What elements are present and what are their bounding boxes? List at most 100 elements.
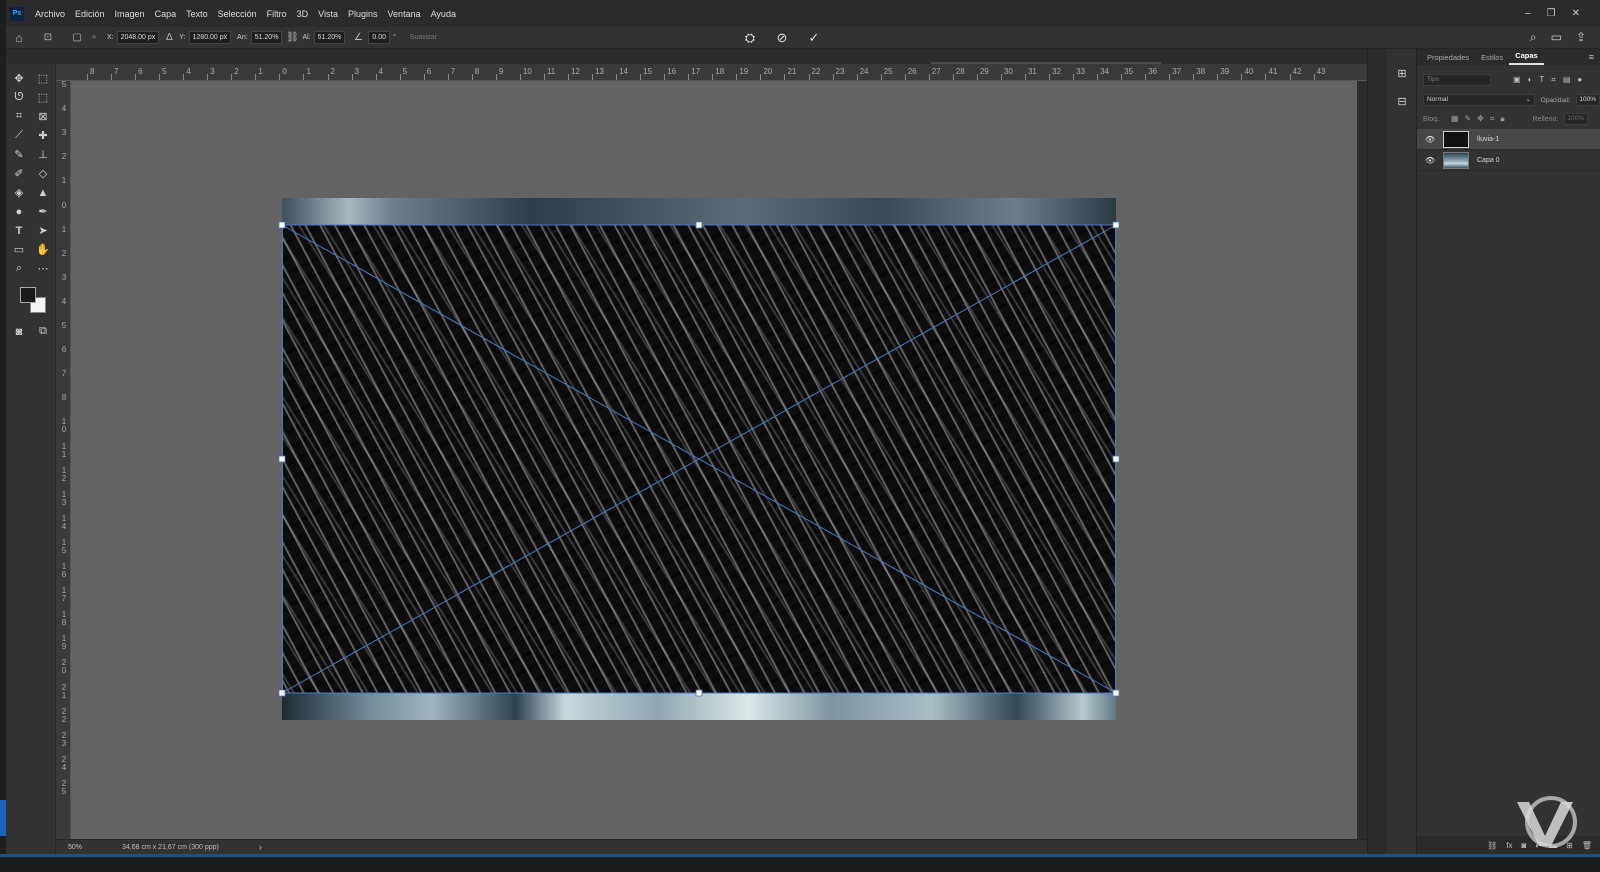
fill-field[interactable]: 100% (1564, 113, 1589, 125)
menu-seleccion[interactable]: Selección (213, 9, 262, 19)
x-field[interactable]: 2048.00 px (116, 31, 160, 44)
interpolation-label[interactable]: Suavizar (410, 34, 437, 41)
ruler-horizontal[interactable]: 8 7 6 5 4 3 2 1 0 1 2 3 4 5 6 7 8 9 10 11 12 13 14 15 16 17 18 19 20… (56, 64, 1367, 81)
angle-field[interactable]: 0.00 (368, 31, 390, 44)
close-icon[interactable]: ✕ (1572, 8, 1580, 19)
history-brush-icon[interactable]: ✐ (7, 165, 31, 182)
link-layers-icon[interactable]: ⛓ (1487, 841, 1497, 850)
menu-edicion[interactable]: Edición (70, 9, 110, 19)
zoom-level[interactable]: 50% (56, 844, 108, 851)
link-icon[interactable]: ⛓ (285, 32, 299, 44)
workspace-icon[interactable]: ▭ (1551, 30, 1562, 45)
visibility-eye-icon[interactable]: 👁︎ (1425, 135, 1435, 144)
crop-tool-icon[interactable]: ⌗ (7, 108, 31, 125)
menu-capa[interactable]: Capa (150, 9, 182, 19)
quick-mask-icon[interactable]: ◙ (7, 323, 31, 340)
rectangle-tool-icon[interactable]: ▭ (7, 241, 31, 258)
document-info[interactable]: 34,68 cm x 21,67 cm (300 ppp) (108, 844, 219, 851)
foreground-color[interactable] (20, 287, 36, 303)
menu-ayuda[interactable]: Ayuda (426, 9, 461, 19)
delete-layer-icon[interactable]: 🗑︎ (1582, 841, 1592, 850)
transform-handle-bottom-left[interactable] (278, 689, 286, 697)
path-selection-icon[interactable]: ➤ (31, 222, 55, 239)
panel-collapse-strip[interactable] (1367, 49, 1387, 854)
menu-imagen[interactable]: Imagen (110, 9, 150, 19)
layer-name[interactable]: lluvia-1 (1477, 136, 1499, 143)
width-field[interactable]: 51.20% (250, 31, 283, 44)
transform-handle-bottom[interactable] (695, 689, 703, 697)
menu-texto[interactable]: Texto (181, 9, 213, 19)
healing-brush-icon[interactable]: ✚ (31, 127, 55, 144)
paint-bucket-icon[interactable]: ◈ (7, 184, 31, 201)
menu-archivo[interactable]: Archivo (30, 9, 70, 19)
dodge-tool-icon[interactable]: ● (7, 203, 31, 220)
frame-tool-icon[interactable]: ⊠ (31, 108, 55, 125)
opacity-field[interactable]: 100% (1576, 94, 1600, 106)
height-field[interactable]: 51.20% (313, 31, 346, 44)
type-tool-icon[interactable]: T (7, 222, 31, 239)
color-swatches[interactable] (16, 283, 55, 317)
brush-tool-icon[interactable]: ✎ (7, 146, 31, 163)
stamp-tool-icon[interactable]: ⊥ (31, 146, 55, 163)
lock-position-icon[interactable]: ✥ (1477, 114, 1484, 124)
marquee-tool-icon[interactable]: ⬚ (31, 70, 55, 87)
transform-handle-right[interactable] (1112, 455, 1120, 463)
transform-handle-top-left[interactable] (278, 221, 286, 229)
transform-handle-bottom-right[interactable] (1112, 689, 1120, 697)
layer-name[interactable]: Capa 0 (1477, 157, 1500, 164)
transform-handle-left[interactable] (278, 455, 286, 463)
menu-vista[interactable]: Vista (313, 9, 343, 19)
tab-layers[interactable]: Capas (1509, 51, 1544, 65)
reference-point-icon[interactable]: ▢ (70, 32, 84, 44)
panel-menu-icon[interactable]: ≡ (1589, 52, 1594, 62)
adjustments-panel-icon[interactable]: ⊞ (1395, 67, 1409, 80)
minimize-icon[interactable]: – (1525, 8, 1531, 19)
filter-shape-icon[interactable]: ⌗ (1551, 75, 1556, 85)
filter-smart-object-icon[interactable]: ▤ (1563, 75, 1571, 85)
tab-styles[interactable]: Estilos (1475, 53, 1509, 65)
hand-tool-icon[interactable]: ✋ (31, 241, 55, 258)
delta-icon[interactable]: Δ (162, 32, 176, 44)
share-icon[interactable]: ⇪ (1576, 30, 1586, 45)
menu-plugins[interactable]: Plugins (343, 9, 383, 19)
relative-position-icon[interactable]: ▫ (87, 32, 101, 44)
layer-filter-input[interactable]: Tipo (1423, 74, 1491, 86)
lasso-tool-icon[interactable]: ᘎ (7, 89, 31, 106)
transform-tool-icon[interactable]: ⊡ (41, 32, 55, 44)
y-field[interactable]: 1280.00 px (188, 31, 232, 44)
filter-adjustment-icon[interactable]: ◐ (1528, 75, 1533, 85)
status-menu-arrow-icon[interactable]: › (219, 842, 262, 852)
libraries-panel-icon[interactable]: ⊟ (1395, 95, 1409, 108)
commit-transform-icon[interactable]: ✓ (805, 29, 823, 47)
transform-handle-top-right[interactable] (1112, 221, 1120, 229)
restore-icon[interactable]: ❐ (1547, 8, 1556, 19)
zoom-tool-icon[interactable]: ⌕ (7, 260, 31, 277)
filter-toggle-icon[interactable]: ● (1577, 75, 1582, 85)
pen-tool-icon[interactable]: ✒ (31, 203, 55, 220)
eyedropper-tool-icon[interactable]: ⟋ (7, 127, 31, 144)
more-tools-icon[interactable]: ⋯ (31, 260, 55, 277)
blend-mode-select[interactable]: Normal ⌄ (1423, 94, 1535, 106)
canvas-area[interactable] (71, 81, 1357, 854)
transform-handle-top[interactable] (695, 221, 703, 229)
ruler-vertical[interactable]: 5 4 3 2 1 0 1 2 3 4 5 6 7 8 1 0 1 1 1 2 1 3 1 4 1 5 1 6 1 7 1 … (56, 81, 71, 854)
transform-bounding-box[interactable] (278, 198, 1120, 720)
lock-transparency-icon[interactable]: ▦ (1451, 114, 1459, 124)
cancel-transform-icon[interactable]: ⊘ (773, 29, 791, 47)
tab-properties[interactable]: Propiedades (1421, 53, 1475, 65)
filter-type-icon[interactable]: T (1539, 75, 1544, 85)
document-image[interactable] (278, 198, 1120, 720)
screen-mode-icon[interactable]: ⧉ (31, 323, 55, 340)
visibility-eye-icon[interactable]: 👁︎ (1425, 156, 1435, 165)
blur-tool-icon[interactable]: ▲ (31, 184, 55, 201)
layer-row[interactable]: 👁︎ lluvia-1 (1417, 129, 1600, 150)
move-tool-icon[interactable]: ✥ (7, 70, 31, 87)
eraser-tool-icon[interactable]: ◇ (31, 165, 55, 182)
lock-artboard-icon[interactable]: ⌗ (1490, 114, 1495, 124)
layer-row[interactable]: 👁︎ Capa 0 (1417, 150, 1600, 171)
search-icon[interactable]: ⌕ (1530, 30, 1537, 45)
menu-ventana[interactable]: Ventana (383, 9, 426, 19)
vertical-scrollbar[interactable] (1357, 81, 1367, 854)
warp-icon[interactable]: ⛭ (741, 29, 759, 47)
lock-all-icon[interactable]: 🔒︎ (1500, 114, 1504, 124)
